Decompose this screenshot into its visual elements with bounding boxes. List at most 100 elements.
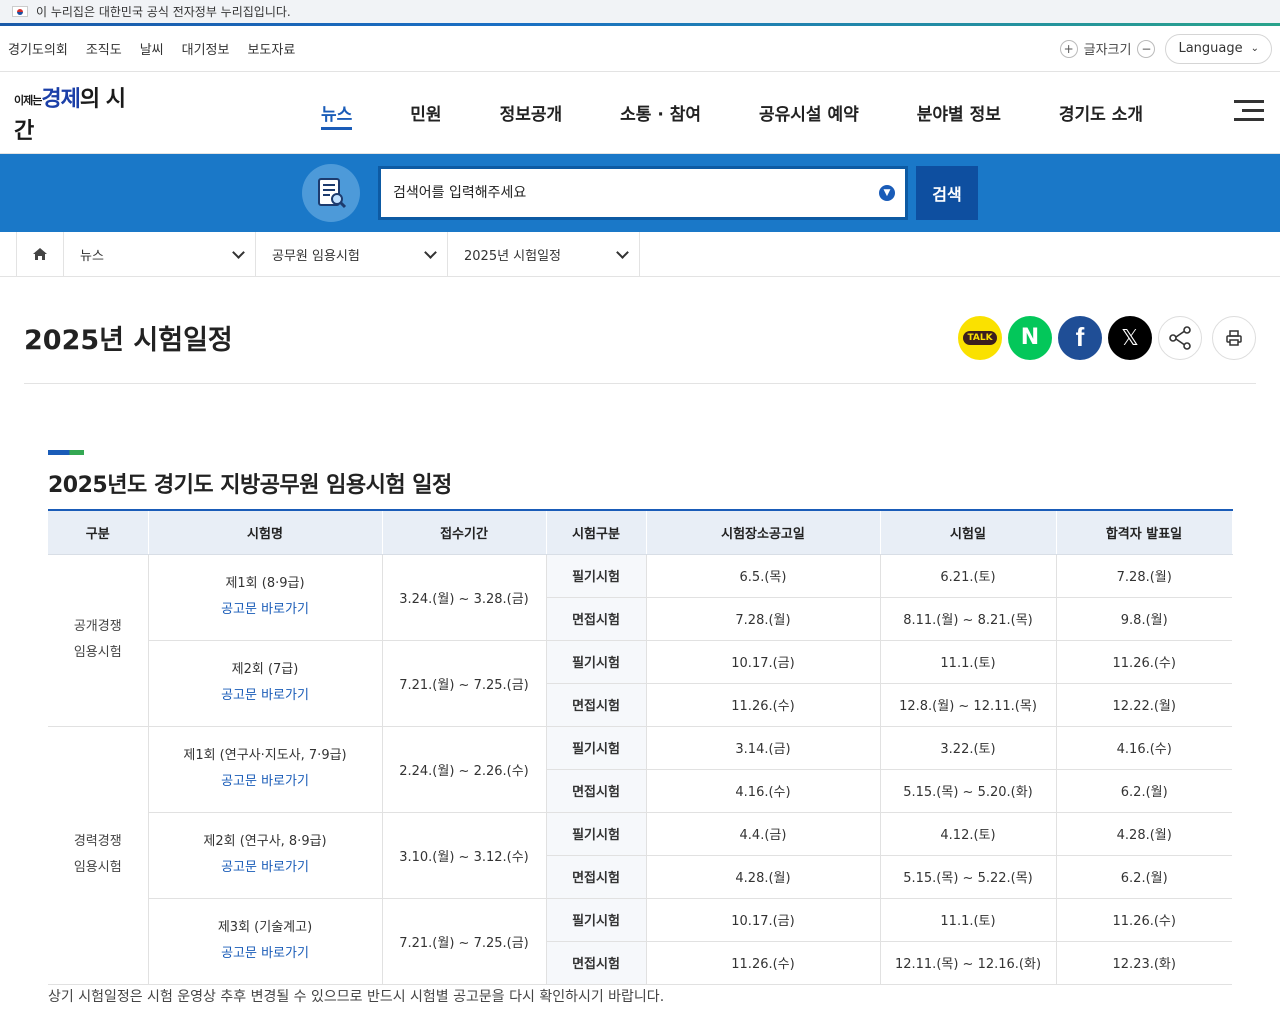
logo-text-blue: 경제	[41, 86, 80, 112]
table-row: 제2회 (7급) 공고문 바로가기 7.21.(월) ~ 7.25.(금) 필기시…	[48, 640, 1232, 727]
gnb-item-facility-booking[interactable]: 공유시설 예약	[730, 72, 888, 154]
gnb-item-field-info[interactable]: 분야별 정보	[888, 72, 1030, 154]
date-cell: 8.11.(월) ~ 8.21.(목)	[880, 597, 1057, 641]
notice-cell: 4.4.(금)	[646, 812, 881, 856]
notice-cell: 7.28.(월)	[646, 597, 881, 641]
schedule-note: 상기 시험일정은 시험 운영상 추후 변경될 수 있으므로 반드시 시험별 공고…	[48, 989, 665, 1005]
utility-links: 경기도의회 조직도 날씨 대기정보 보도자료	[8, 39, 295, 58]
notice-link[interactable]: 공고문 바로가기	[221, 602, 309, 617]
notice-link[interactable]: 공고문 바로가기	[221, 946, 309, 961]
gov-banner: 이 누리집은 대한민국 공식 전자정부 누리집입니다.	[0, 0, 1280, 26]
search-input[interactable]	[393, 185, 853, 201]
date-cell: 5.15.(목) ~ 5.22.(목)	[880, 855, 1057, 899]
exam-name-cell: 제3회 (기술계고) 공고문 바로가기	[148, 898, 383, 985]
notice-cell: 4.16.(수)	[646, 769, 881, 813]
util-link-press[interactable]: 보도자료	[247, 39, 295, 58]
language-label: Language	[1178, 41, 1243, 56]
search-input-wrapper: ▼	[378, 166, 908, 220]
breadcrumb-depth1-label: 뉴스	[80, 248, 104, 264]
result-cell: 12.23.(화)	[1056, 941, 1232, 985]
section-title: 2025년도 경기도 지방공무원 임용시험 일정	[48, 473, 452, 498]
gnb-item-civil[interactable]: 민원	[381, 72, 470, 154]
kind-cell: 필기시험	[546, 640, 647, 684]
kind-cell: 필기시험	[546, 726, 647, 770]
col-header-exam-name: 시험명	[148, 509, 383, 555]
period-cell: 3.24.(월) ~ 3.28.(금)	[382, 554, 547, 641]
result-cell: 6.2.(월)	[1056, 855, 1232, 899]
table-row: 제2회 (연구사, 8·9급) 공고문 바로가기 3.10.(월) ~ 3.12.…	[48, 812, 1232, 899]
notice-cell: 11.26.(수)	[646, 941, 881, 985]
x-share-icon[interactable]: 𝕏	[1108, 315, 1152, 360]
notice-cell: 3.14.(금)	[646, 726, 881, 770]
home-icon[interactable]	[16, 232, 64, 276]
group-cell: 공개경쟁 임용시험	[48, 554, 149, 727]
gnb-item-participation[interactable]: 소통 · 참여	[591, 72, 730, 154]
kind-cell: 면접시험	[546, 683, 647, 727]
font-size-label: 글자크기	[1083, 43, 1132, 58]
date-cell: 3.22.(토)	[880, 726, 1057, 770]
util-link-weather[interactable]: 날씨	[140, 39, 164, 58]
table-row: 경력경쟁 임용시험 제1회 (연구사·지도사, 7·9급) 공고문 바로가기 2.2…	[48, 726, 1232, 985]
breadcrumb-depth1[interactable]: 뉴스	[64, 232, 256, 276]
site-logo[interactable]: 이제는경제의 시간	[0, 81, 130, 145]
period-cell: 7.21.(월) ~ 7.25.(금)	[382, 640, 547, 727]
share-buttons: TALK N f 𝕏	[958, 315, 1256, 360]
breadcrumb-depth3[interactable]: 2025년 시험일정	[448, 232, 640, 276]
col-header-result-date: 합격자 발표일	[1056, 509, 1233, 555]
korea-flag-icon	[12, 6, 28, 17]
kind-cell: 면접시험	[546, 597, 647, 641]
notice-cell: 10.17.(금)	[646, 640, 881, 684]
font-increase-icon[interactable]: +	[1059, 39, 1078, 58]
col-header-application-period: 접수기간	[382, 509, 547, 555]
global-nav: 뉴스 민원 정보공개 소통 · 참여 공유시설 예약 분야별 정보 경기도 소개	[292, 72, 1172, 154]
kind-cell: 면접시험	[546, 941, 647, 985]
col-header-category: 구분	[48, 509, 149, 555]
date-cell: 5.15.(목) ~ 5.20.(화)	[880, 769, 1057, 813]
chevron-down-icon	[616, 245, 629, 259]
exam-name-cell: 제2회 (연구사, 8·9급) 공고문 바로가기	[148, 812, 383, 899]
menu-icon[interactable]	[1234, 100, 1264, 124]
col-header-exam-date: 시험일	[880, 509, 1057, 555]
date-cell: 11.1.(토)	[880, 898, 1057, 942]
notice-link[interactable]: 공고문 바로가기	[221, 774, 309, 789]
util-link-air-info[interactable]: 대기정보	[182, 39, 230, 58]
exam-schedule-section: 2025년도 경기도 지방공무원 임용시험 일정 구분 시험명 접수기간 시험구…	[48, 450, 1233, 985]
page-title: 2025년 시험일정	[24, 325, 233, 356]
language-button[interactable]: Language ⌄	[1165, 33, 1272, 64]
util-link-org-chart[interactable]: 조직도	[86, 39, 122, 58]
chevron-down-icon	[232, 245, 245, 259]
notice-cell: 4.28.(월)	[646, 855, 881, 899]
kind-cell: 면접시험	[546, 769, 647, 813]
search-option-chevron-icon[interactable]: ▼	[879, 185, 895, 201]
util-link-council[interactable]: 경기도의회	[8, 39, 68, 58]
notice-link[interactable]: 공고문 바로가기	[221, 688, 309, 703]
kind-cell: 면접시험	[546, 855, 647, 899]
search-button[interactable]: 검색	[916, 166, 978, 220]
exam-schedule-table: 구분 시험명 접수기간 시험구분 시험장소공고일 시험일 합격자 발표일 공개경…	[48, 509, 1233, 985]
document-search-icon	[302, 164, 360, 222]
breadcrumb-depth2[interactable]: 공무원 임용시험	[256, 232, 448, 276]
breadcrumb: 뉴스 공무원 임용시험 2025년 시험일정	[0, 232, 1280, 277]
naver-share-icon[interactable]: N	[1008, 315, 1052, 360]
notice-cell: 6.5.(목)	[646, 554, 881, 598]
print-icon[interactable]	[1212, 315, 1256, 360]
gov-banner-text: 이 누리집은 대한민국 공식 전자정부 누리집입니다.	[36, 5, 291, 19]
date-cell: 12.11.(목) ~ 12.16.(화)	[880, 941, 1057, 985]
kakaotalk-share-icon[interactable]: TALK	[958, 315, 1002, 360]
gnb-item-news[interactable]: 뉴스	[292, 72, 381, 154]
facebook-share-icon[interactable]: f	[1058, 315, 1102, 360]
exam-name-cell: 제1회 (연구사·지도사, 7·9급) 공고문 바로가기	[148, 726, 383, 813]
main-header: 이제는경제의 시간 뉴스 민원 정보공개 소통 · 참여 공유시설 예약 분야별…	[0, 72, 1280, 154]
result-cell: 11.26.(수)	[1056, 640, 1232, 684]
gnb-item-info-disclosure[interactable]: 정보공개	[471, 72, 592, 154]
share-link-icon[interactable]	[1158, 315, 1202, 360]
gnb-item-about[interactable]: 경기도 소개	[1030, 72, 1172, 154]
font-decrease-icon[interactable]: −	[1137, 39, 1156, 58]
kind-cell: 필기시험	[546, 812, 647, 856]
notice-link[interactable]: 공고문 바로가기	[221, 860, 309, 875]
breadcrumb-depth3-label: 2025년 시험일정	[464, 248, 562, 264]
col-header-venue-notice-date: 시험장소공고일	[646, 509, 881, 555]
chevron-down-icon: ⌄	[1250, 43, 1259, 54]
table-header-row: 구분 시험명 접수기간 시험구분 시험장소공고일 시험일 합격자 발표일	[48, 509, 1233, 555]
period-cell: 2.24.(월) ~ 2.26.(수)	[382, 726, 547, 813]
